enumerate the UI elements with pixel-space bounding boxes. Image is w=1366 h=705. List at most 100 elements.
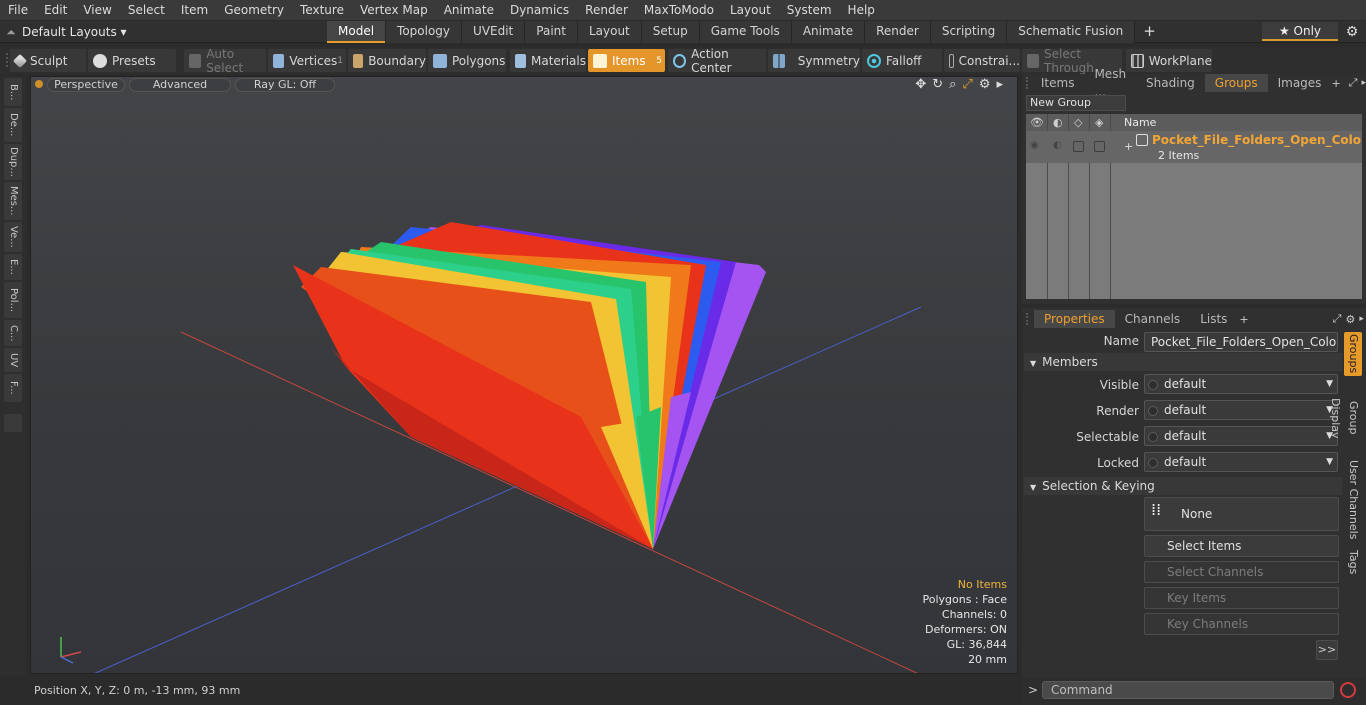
side-tab-group-display[interactable]: Group Display: [1329, 380, 1362, 456]
add-panel-tab-icon[interactable]: +: [1331, 77, 1340, 90]
side-tab-groups[interactable]: Groups: [1344, 332, 1362, 376]
viewport-expand-icon[interactable]: ▸: [996, 77, 1003, 92]
menu-geometry[interactable]: Geometry: [216, 0, 292, 21]
tab-animate[interactable]: Animate: [791, 21, 866, 43]
name-input[interactable]: Pocket_File_Folders_Open_Colored (4: [1144, 332, 1338, 352]
row-lock-checkbox[interactable]: [1094, 141, 1105, 152]
tab-paint[interactable]: Paint: [525, 21, 578, 43]
tab-lists[interactable]: Lists: [1190, 310, 1237, 328]
tab-items[interactable]: Items: [1031, 74, 1085, 92]
selection-keying-section[interactable]: ▼ Selection & Keying: [1024, 477, 1342, 495]
properties-menu-icon[interactable]: ▸: [1359, 314, 1364, 324]
boundary-button[interactable]: Boundary: [348, 49, 426, 72]
rotate-view-icon[interactable]: ↻: [932, 77, 943, 92]
key-channels-button[interactable]: Key Channels: [1144, 613, 1339, 635]
table-row[interactable]: ◉ ◐ + Pocket_File_Folders_Open_Colo ... …: [1026, 131, 1366, 163]
tab-game-tools[interactable]: Game Tools: [699, 21, 792, 43]
panel-menu-icon[interactable]: ▸: [1361, 78, 1366, 88]
menu-layout[interactable]: Layout: [722, 0, 779, 21]
move-view-icon[interactable]: ✥: [915, 77, 926, 92]
left-tab-deform[interactable]: De...: [4, 108, 22, 142]
tab-properties[interactable]: Properties: [1034, 310, 1115, 328]
tab-channels[interactable]: Channels: [1115, 310, 1191, 328]
left-tab-curve[interactable]: C...: [4, 320, 22, 346]
side-tab-user-channels[interactable]: User Channels: [1344, 460, 1362, 540]
row-expand-icon[interactable]: +: [1124, 140, 1133, 153]
tab-scripting[interactable]: Scripting: [930, 21, 1008, 43]
items-button[interactable]: Items 5: [588, 49, 665, 72]
falloff-button[interactable]: Falloff: [862, 49, 942, 72]
menu-view[interactable]: View: [75, 0, 119, 21]
column-name-header[interactable]: Name: [1124, 116, 1156, 129]
row-selectable-checkbox[interactable]: [1073, 141, 1084, 152]
sculpt-button[interactable]: Sculpt: [10, 49, 86, 72]
side-tab-tags[interactable]: Tags: [1344, 544, 1362, 580]
menu-dynamics[interactable]: Dynamics: [502, 0, 577, 21]
visible-dropdown[interactable]: default ▼: [1144, 374, 1338, 394]
left-tab-basic[interactable]: B...: [4, 78, 22, 106]
gear-icon[interactable]: ⚙: [1340, 21, 1364, 43]
record-macro-icon[interactable]: [1340, 682, 1356, 698]
render-icon[interactable]: ◐: [1053, 116, 1063, 129]
properties-gear-icon[interactable]: ⚙: [1345, 313, 1355, 326]
left-tab-uv[interactable]: UV: [4, 348, 22, 372]
selectable-icon[interactable]: ◇: [1074, 116, 1082, 129]
tab-schematic-fusion[interactable]: Schematic Fusion: [1007, 21, 1136, 43]
left-tab-mesh[interactable]: Mes...: [4, 182, 22, 220]
menu-vertex-map[interactable]: Vertex Map: [352, 0, 436, 21]
advanced-dropdown[interactable]: Advanced: [129, 78, 231, 92]
members-section[interactable]: ▼ Members: [1024, 353, 1342, 371]
menu-select[interactable]: Select: [120, 0, 173, 21]
left-tab-edge[interactable]: E...: [4, 254, 22, 280]
tab-uvedit[interactable]: UVEdit: [462, 21, 526, 43]
menu-help[interactable]: Help: [840, 0, 883, 21]
zoom-view-icon[interactable]: ⌕: [949, 77, 956, 92]
action-center-button[interactable]: Action Center: [668, 47, 766, 75]
row-visibility-icon[interactable]: ◉: [1030, 140, 1039, 151]
lock-icon[interactable]: ◈: [1095, 116, 1103, 129]
select-channels-button[interactable]: Select Channels: [1144, 561, 1339, 583]
add-properties-tab-icon[interactable]: +: [1239, 313, 1248, 326]
tab-layout[interactable]: Layout: [577, 21, 642, 43]
new-group-button[interactable]: New Group: [1026, 95, 1126, 111]
menu-file[interactable]: File: [0, 0, 36, 21]
selection-collapse-icon[interactable]: ▼: [1030, 483, 1036, 492]
symmetry-button[interactable]: Symmetry: [768, 49, 860, 72]
tab-shading[interactable]: Shading: [1136, 74, 1205, 92]
panel-expand-icon[interactable]: ⤢: [1349, 76, 1358, 90]
tab-model[interactable]: Model: [327, 21, 387, 43]
maximize-view-icon[interactable]: ⤢: [962, 77, 972, 92]
3d-viewport[interactable]: Perspective Advanced Ray GL: Off ✥ ↻ ⌕ ⤢…: [30, 76, 1018, 674]
vertices-button[interactable]: Vertices 1: [268, 49, 346, 72]
workplane-button[interactable]: WorkPlane: [1126, 49, 1212, 72]
key-items-button[interactable]: Key Items: [1144, 587, 1339, 609]
command-input[interactable]: Command: [1042, 681, 1334, 699]
collapse-up-icon[interactable]: ⏶: [0, 25, 22, 40]
left-tab-vertex[interactable]: Ve...: [4, 222, 22, 252]
tab-images[interactable]: Images: [1268, 74, 1332, 92]
raygl-toggle[interactable]: Ray GL: Off: [235, 78, 335, 92]
row-render-icon[interactable]: ◐: [1053, 140, 1062, 151]
materials-button[interactable]: Materials: [510, 49, 586, 72]
menu-maxtomodo[interactable]: MaxToModo: [636, 0, 722, 21]
tab-groups[interactable]: Groups: [1204, 74, 1268, 92]
perspective-dropdown[interactable]: Perspective: [47, 78, 125, 92]
more-button[interactable]: >>: [1316, 640, 1338, 660]
render-dropdown[interactable]: default ▼: [1144, 400, 1338, 420]
viewport-menu-dot-icon[interactable]: [35, 80, 43, 88]
left-strip-toggle[interactable]: [4, 414, 22, 432]
menu-animate[interactable]: Animate: [436, 0, 502, 21]
properties-expand-icon[interactable]: ⤢: [1333, 312, 1342, 326]
visibility-eye-icon[interactable]: 👁: [1030, 116, 1044, 129]
tab-setup[interactable]: Setup: [641, 21, 700, 43]
menu-edit[interactable]: Edit: [36, 0, 75, 21]
tab-render[interactable]: Render: [865, 21, 931, 43]
none-button[interactable]: ⁞⁞ None: [1144, 497, 1339, 531]
selectable-dropdown[interactable]: default ▼: [1144, 426, 1338, 446]
presets-button[interactable]: Presets: [88, 49, 176, 72]
constraints-button[interactable]: Constrai...: [944, 49, 1020, 72]
left-tab-duplicate[interactable]: Dup...: [4, 144, 22, 180]
tab-topology[interactable]: Topology: [386, 21, 463, 43]
members-collapse-icon[interactable]: ▼: [1030, 359, 1036, 368]
locked-dropdown[interactable]: default ▼: [1144, 452, 1338, 472]
